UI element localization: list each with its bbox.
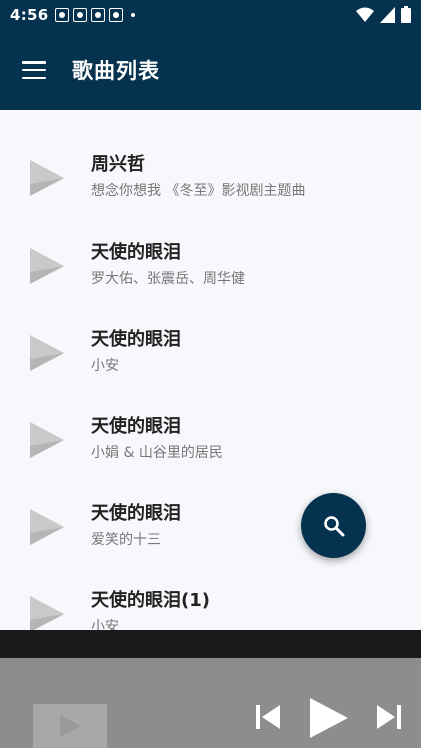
album-art-play-icon xyxy=(60,715,81,737)
paw-notification-icon xyxy=(72,8,87,22)
song-artist: 小安 xyxy=(91,358,119,374)
song-list-item[interactable]: 周兴哲 想念你想我 《冬至》影视剧主题曲 xyxy=(0,138,421,218)
signal-icon xyxy=(380,6,395,23)
song-title: 天使的眼泪 xyxy=(91,503,181,524)
status-time: 4:56 xyxy=(10,6,49,24)
paw-notification-icon xyxy=(90,8,105,22)
song-list-item[interactable]: 天使的眼泪 小安 xyxy=(0,313,421,393)
more-notifications-dot xyxy=(130,13,135,17)
song-list-item[interactable]: 天使的眼泪(1) 小安 xyxy=(0,574,421,630)
song-artist: 爱笑的十三 xyxy=(91,532,161,548)
song-artist: 想念你想我 《冬至》影视剧主题曲 xyxy=(91,183,306,199)
paw-notification-icon xyxy=(54,8,69,22)
play-icon xyxy=(30,160,64,196)
wifi-icon xyxy=(356,7,374,22)
play-icon xyxy=(30,596,64,630)
song-title: 天使的眼泪 xyxy=(91,329,181,350)
status-bar: 4:56 xyxy=(0,0,421,30)
song-artist: 小安 xyxy=(91,619,119,630)
previous-icon[interactable] xyxy=(254,704,282,730)
search-button[interactable] xyxy=(301,493,366,558)
play-icon xyxy=(30,509,64,545)
song-list-item[interactable]: 天使的眼泪 罗大佑、张震岳、周华健 xyxy=(0,226,421,306)
play-icon xyxy=(30,335,64,371)
status-indicators xyxy=(356,6,411,23)
search-icon xyxy=(323,515,344,536)
play-icon xyxy=(30,422,64,458)
player-divider xyxy=(0,630,421,658)
play-icon xyxy=(30,248,64,284)
now-playing-bar xyxy=(0,658,421,748)
song-title: 天使的眼泪 xyxy=(91,416,181,437)
song-title: 周兴哲 xyxy=(91,154,145,175)
next-icon[interactable] xyxy=(375,704,403,730)
page-title: 歌曲列表 xyxy=(72,59,160,83)
song-list-item[interactable]: 天使的眼泪 小娟 & 山谷里的居民 xyxy=(0,400,421,480)
notification-icons xyxy=(54,8,135,22)
menu-icon[interactable] xyxy=(22,61,46,79)
song-artist: 罗大佑、张震岳、周华健 xyxy=(91,271,245,287)
song-artist: 小娟 & 山谷里的居民 xyxy=(91,445,223,461)
album-art[interactable] xyxy=(33,704,107,748)
paw-notification-icon xyxy=(108,8,123,22)
song-list[interactable]: 周兴哲 想念你想我 《冬至》影视剧主题曲 天使的眼泪 罗大佑、张震岳、周华健 天… xyxy=(0,110,421,630)
song-title: 天使的眼泪(1) xyxy=(91,590,210,611)
app-bar: 歌曲列表 xyxy=(0,30,421,110)
play-icon[interactable] xyxy=(308,696,350,740)
battery-icon xyxy=(401,6,411,23)
song-title: 天使的眼泪 xyxy=(91,242,181,263)
